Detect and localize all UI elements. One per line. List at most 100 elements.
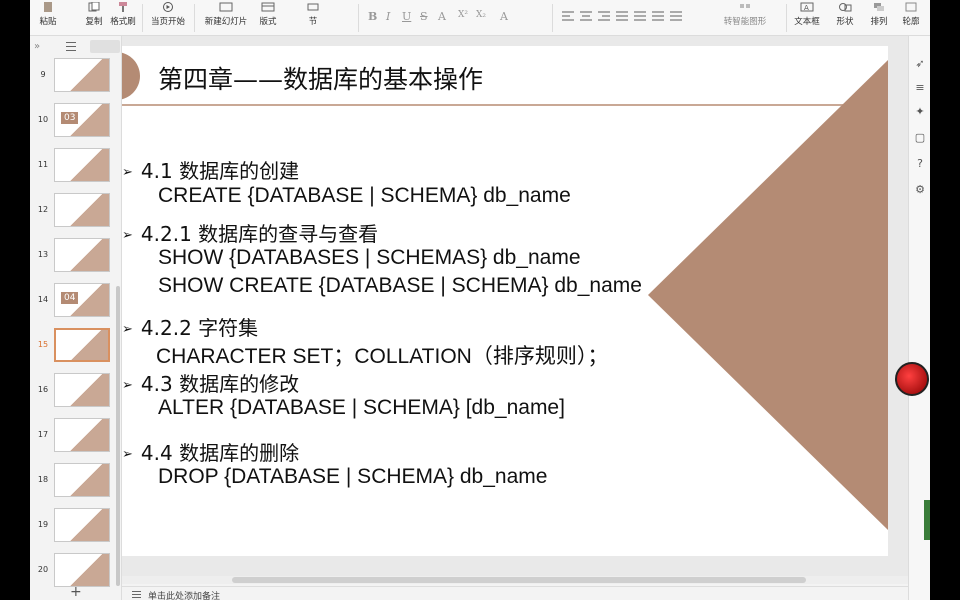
thumbnail-graphic — [55, 419, 109, 451]
thumbnail-preview[interactable] — [54, 508, 110, 542]
thumbnail-graphic — [56, 330, 108, 360]
thumbnail-number: 10 — [37, 115, 49, 124]
thumbnail-number: 15 — [37, 340, 49, 349]
new-slide-button[interactable]: 新建幻灯片 — [202, 0, 250, 36]
presentation-app: 粘贴 复制 格式刷 当页开始 新建幻灯片 版式 节 B I U S A X² X… — [30, 0, 930, 600]
thumbnail-item[interactable]: 10 03 — [30, 101, 122, 141]
window-icon[interactable]: ▢ — [914, 132, 926, 144]
superscript-button[interactable]: X² — [458, 10, 468, 20]
horizontal-scrollbar[interactable] — [122, 576, 908, 584]
notes-placeholder[interactable]: 单击此处添加备注 — [148, 589, 220, 600]
current-slide[interactable]: 第四章——数据库的基本操作 ➢ 4.1 数据库的创建 CREATE {DATABA… — [122, 46, 888, 556]
copy-icon — [88, 2, 100, 12]
thumbnail-preview[interactable] — [54, 463, 110, 497]
italic-button[interactable]: I — [386, 10, 390, 23]
bold-button[interactable]: B — [368, 10, 377, 23]
thumbnail-caption: 04 — [61, 292, 79, 304]
outline-button[interactable]: 轮廓 — [896, 0, 926, 36]
thumbnail-preview[interactable] — [54, 193, 110, 227]
distribute-icon[interactable] — [634, 11, 646, 21]
bullet-heading: ➢ 4.4 数据库的删除 — [122, 437, 299, 466]
thumbnail-scrollbar[interactable] — [116, 286, 120, 586]
layout-label: 版式 — [259, 17, 277, 27]
thumbnail-preview[interactable] — [54, 328, 110, 362]
smart-graphic-button[interactable]: 转智能图形 — [702, 0, 788, 36]
copy-label: 复制 — [85, 17, 103, 27]
thumbnail-item[interactable]: 14 04 — [30, 281, 122, 321]
justify-icon[interactable] — [616, 11, 628, 21]
bullet-arrow-icon: ➢ — [122, 447, 133, 462]
horizontal-scroll-thumb[interactable] — [232, 577, 806, 583]
thumbnail-item[interactable]: 19 — [30, 506, 122, 546]
floating-avatar-icon[interactable] — [895, 362, 929, 396]
thumbnail-graphic — [55, 464, 109, 496]
align-left-icon[interactable] — [562, 11, 574, 21]
layout-button[interactable]: 版式 — [256, 0, 280, 36]
new-slide-icon — [219, 2, 233, 12]
align-center-icon[interactable] — [580, 11, 592, 21]
line-spacing-icon[interactable] — [652, 11, 664, 21]
settings-icon[interactable]: ⚙ — [914, 184, 926, 196]
textbox-button[interactable]: A 文本框 — [790, 0, 824, 36]
slide-title[interactable]: 第四章——数据库的基本操作 — [158, 60, 483, 96]
columns-icon[interactable] — [670, 11, 682, 21]
thumbnail-number: 18 — [37, 475, 49, 484]
bullet-code-line: SHOW {DATABASES | SCHEMAS} db_name — [158, 246, 581, 269]
thumbnail-preview[interactable]: 03 — [54, 103, 110, 137]
thumbnail-preview[interactable] — [54, 238, 110, 272]
help-icon[interactable]: ? — [914, 158, 926, 170]
slide-view-tab[interactable] — [90, 40, 120, 53]
align-right-icon[interactable] — [598, 11, 610, 21]
arrange-icon — [874, 3, 884, 11]
thumbnail-preview[interactable]: 04 — [54, 283, 110, 317]
layout-icon — [261, 2, 275, 12]
play-from-current-button[interactable]: 当页开始 — [146, 0, 190, 36]
section-button[interactable]: 节 — [302, 0, 324, 36]
thumbnail-item[interactable]: 15 — [30, 326, 122, 366]
thumbnail-item[interactable]: 18 — [30, 461, 122, 501]
play-icon — [163, 2, 173, 12]
thumbnail-preview[interactable] — [54, 418, 110, 452]
thumbnail-item[interactable]: 9 — [30, 56, 122, 96]
outline-view-icon[interactable] — [66, 42, 76, 51]
copy-button[interactable]: 复制 — [82, 0, 106, 36]
paste-button[interactable]: 粘贴 — [36, 0, 60, 36]
format-painter-button[interactable]: 格式刷 — [108, 0, 138, 36]
textbox-label: 文本框 — [794, 17, 820, 27]
notes-icon — [132, 591, 141, 598]
smart-graphic-label: 转智能图形 — [723, 17, 767, 27]
thumbnail-preview[interactable] — [54, 553, 110, 587]
strikethrough-button[interactable]: S — [420, 10, 428, 23]
paste-label: 粘贴 — [39, 17, 57, 27]
thumbnail-number: 13 — [37, 250, 49, 259]
underline-button[interactable]: U — [402, 10, 411, 23]
collapse-panel-icon[interactable]: » — [34, 41, 40, 52]
shape-label: 形状 — [836, 17, 854, 27]
add-slide-button[interactable]: + — [70, 584, 82, 600]
thumbnail-number: 9 — [40, 70, 46, 79]
bullet-arrow-icon: ➢ — [122, 378, 133, 393]
thumbnail-preview[interactable] — [54, 58, 110, 92]
thumbnail-preview[interactable] — [54, 373, 110, 407]
thumbnail-item[interactable]: 11 — [30, 146, 122, 186]
sliders-icon[interactable]: ≡ — [914, 82, 926, 94]
section-icon — [307, 3, 319, 11]
ribbon-divider — [552, 4, 553, 32]
arrange-button[interactable]: 排列 — [864, 0, 894, 36]
thumbnail-item[interactable]: 13 — [30, 236, 122, 276]
thumbnail-item[interactable]: 17 — [30, 416, 122, 456]
font-color-button[interactable]: A — [438, 10, 446, 23]
highlight-button[interactable]: A — [500, 10, 508, 23]
subscript-button[interactable]: X₂ — [476, 10, 486, 20]
bullet-code-line: DROP {DATABASE | SCHEMA} db_name — [158, 465, 548, 488]
thumbnail-preview[interactable] — [54, 148, 110, 182]
shape-button[interactable]: 形状 — [830, 0, 860, 36]
bullet-code-line: SHOW CREATE {DATABASE | SCHEMA} db_name — [158, 274, 642, 297]
pin-icon[interactable]: ✦ — [914, 106, 926, 118]
thumbnail-item[interactable]: 12 — [30, 191, 122, 231]
thumbnail-number: 19 — [37, 520, 49, 529]
svg-text:A: A — [804, 4, 809, 12]
rocket-icon[interactable]: ➶ — [914, 58, 926, 70]
thumbnail-item[interactable]: 16 — [30, 371, 122, 411]
bullet-text: 4.3 数据库的修改 — [140, 372, 300, 396]
